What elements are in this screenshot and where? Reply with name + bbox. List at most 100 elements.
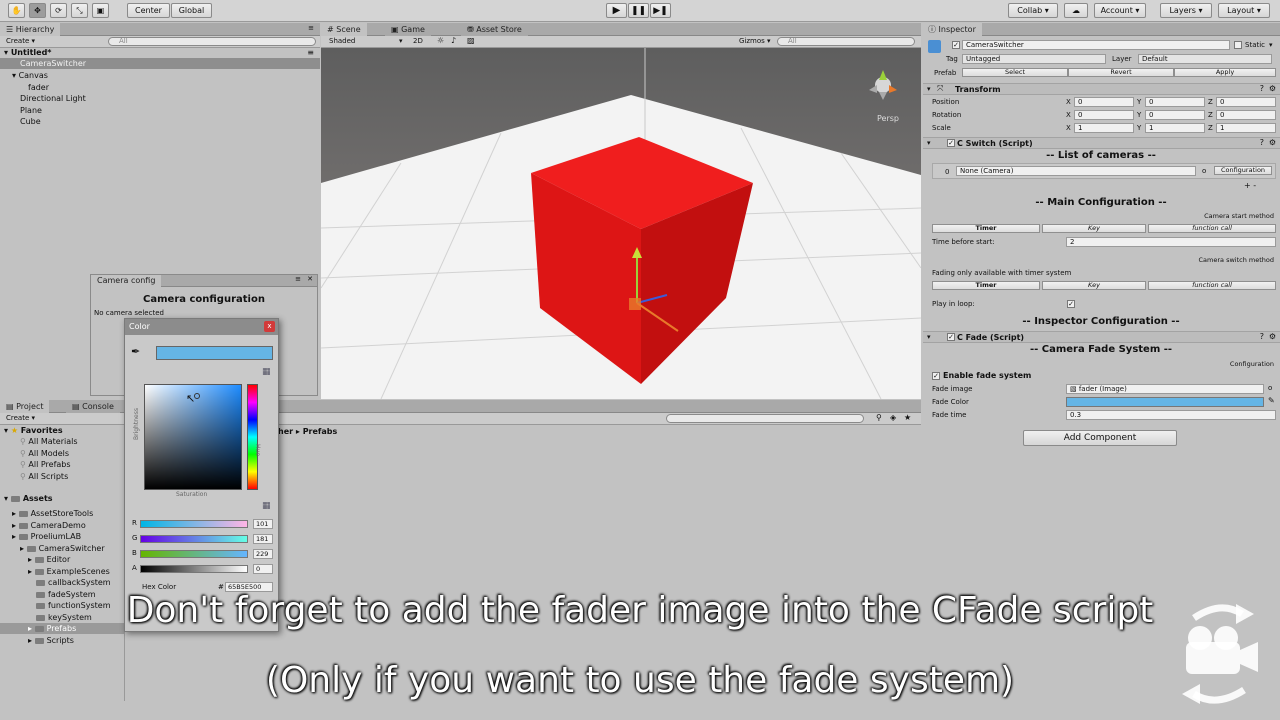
eyedropper-icon[interactable]: ✒	[131, 345, 140, 358]
fade-color-field[interactable]	[1066, 397, 1264, 407]
asset-folder-row[interactable]: ▸ ProeliumLAB	[0, 531, 124, 542]
rotation-y-field[interactable]: 0	[1145, 110, 1205, 120]
favorite-item[interactable]: ⚲ All Scripts	[0, 471, 68, 482]
breadcrumb-current[interactable]: Prefabs	[303, 427, 338, 436]
close-icon[interactable]: ✕	[307, 275, 313, 283]
panel-menu-icon[interactable]: ≡	[308, 24, 314, 32]
hierarchy-item-cube[interactable]: Cube	[0, 116, 41, 127]
collab-button[interactable]: Collab ▾	[1008, 3, 1058, 18]
position-x-field[interactable]: 0	[1074, 97, 1134, 107]
time-before-start-field[interactable]: 2	[1066, 237, 1276, 247]
effects-toggle-icon[interactable]: ▨	[467, 36, 475, 45]
fade-time-field[interactable]: 0.3	[1066, 410, 1276, 420]
scale-tool-icon[interactable]: ⤡	[71, 3, 88, 18]
shading-dropdown-arrow[interactable]: ▾	[399, 37, 403, 45]
help-icon[interactable]: ?	[1260, 332, 1264, 341]
slider-mode-icon[interactable]: ▦	[262, 501, 271, 511]
cfade-foldout-icon[interactable]: ▾	[927, 333, 931, 341]
tab-game[interactable]: ▣ Game	[385, 23, 431, 36]
favorites-row[interactable]: ▾ ★ Favorites	[0, 425, 63, 436]
hierarchy-item-canvas[interactable]: ▾ Canvas	[0, 70, 48, 81]
project-search-input[interactable]	[666, 414, 864, 423]
hue-slider[interactable]	[247, 384, 258, 490]
asset-folder-row[interactable]: callbackSystem	[0, 577, 124, 588]
camera-configuration-button[interactable]: Configuration	[1214, 166, 1272, 175]
hierarchy-item-cameraswitcher[interactable]: CameraSwitcher	[0, 58, 320, 69]
scene-root-row[interactable]: ▾ Untitled* ≡	[0, 47, 320, 58]
mode-2d-toggle[interactable]: 2D	[413, 37, 423, 45]
project-create-button[interactable]: Create ▾	[6, 414, 35, 422]
favorite-item[interactable]: ⚲ All Prefabs	[0, 459, 71, 470]
object-picker-icon[interactable]: o	[1202, 166, 1206, 176]
tab-console[interactable]: ▤ Console	[66, 400, 120, 413]
red-channel-slider[interactable]	[140, 520, 248, 528]
folder-arrow-icon[interactable]: ▸	[28, 567, 35, 576]
help-icon[interactable]: ?	[1260, 138, 1264, 147]
layer-dropdown[interactable]: Default	[1138, 54, 1272, 64]
folder-arrow-icon[interactable]: ▸	[28, 636, 35, 645]
object-picker-icon[interactable]: o	[1268, 383, 1272, 393]
blue-channel-value[interactable]: 229	[253, 549, 273, 559]
component-gear-icon[interactable]: ⚙	[1269, 138, 1276, 147]
position-y-field[interactable]: 0	[1145, 97, 1205, 107]
play-button[interactable]: ▶	[606, 3, 627, 18]
cfade-header[interactable]: ▾ ✓ C Fade (Script) ? ⚙	[923, 331, 1280, 343]
enable-fade-checkbox[interactable]: ✓	[932, 372, 940, 380]
folder-arrow-icon[interactable]: ▸	[12, 532, 19, 541]
close-icon[interactable]: x	[264, 321, 275, 332]
hierarchy-item-fader[interactable]: fader	[0, 82, 49, 93]
blue-channel-slider[interactable]	[140, 550, 248, 558]
layout-button[interactable]: Layout ▾	[1218, 3, 1270, 18]
preset-toggle-icon[interactable]: ▦	[262, 367, 271, 377]
space-global-button[interactable]: Global	[171, 3, 212, 18]
cloud-icon[interactable]: ☁	[1064, 3, 1088, 18]
tab-inspector[interactable]: ⓘ Inspector	[922, 23, 982, 36]
component-gear-icon[interactable]: ⚙	[1269, 84, 1276, 93]
search-by-type-icon[interactable]: ⚲	[876, 413, 882, 422]
prefab-apply-button[interactable]: Apply	[1174, 68, 1276, 77]
favorite-star-icon[interactable]: ★	[904, 413, 911, 422]
asset-folder-row[interactable]: ▸ CameraDemo	[0, 520, 124, 531]
active-checkbox[interactable]: ✓	[952, 41, 960, 49]
switch-timer-button[interactable]: Timer	[932, 281, 1040, 290]
search-by-label-icon[interactable]: ◈	[890, 413, 896, 422]
scale-x-field[interactable]: 1	[1074, 123, 1134, 133]
move-tool-icon[interactable]: ✥	[29, 3, 46, 18]
hierarchy-item-plane[interactable]: Plane	[0, 105, 42, 116]
position-z-field[interactable]: 0	[1216, 97, 1276, 107]
scale-y-field[interactable]: 1	[1145, 123, 1205, 133]
list-add-remove-buttons[interactable]: + -	[1244, 181, 1256, 191]
persp-label[interactable]: Persp	[877, 114, 899, 123]
green-channel-slider[interactable]	[140, 535, 248, 543]
asset-folder-row[interactable]: ▸ Editor	[0, 554, 124, 565]
tab-scene[interactable]: # Scene	[321, 23, 367, 36]
favorite-item[interactable]: ⚲ All Materials	[0, 436, 78, 447]
component-gear-icon[interactable]: ⚙	[1269, 332, 1276, 341]
hierarchy-item-directional-light[interactable]: Directional Light	[0, 93, 86, 104]
transform-foldout-icon[interactable]: ▾	[927, 85, 931, 93]
hand-tool-icon[interactable]: ✋	[8, 3, 25, 18]
prefab-select-button[interactable]: Select	[962, 68, 1068, 77]
scale-z-field[interactable]: 1	[1216, 123, 1276, 133]
prefab-revert-button[interactable]: Revert	[1068, 68, 1174, 77]
fade-image-field[interactable]: ▧ fader (Image)	[1066, 384, 1264, 394]
asset-folder-row[interactable]: ▸ Scripts	[0, 635, 124, 646]
lighting-toggle-icon[interactable]: ☼	[437, 36, 444, 45]
transform-header[interactable]: ▾ ⤧ Transform ? ⚙	[923, 83, 1280, 95]
audio-toggle-icon[interactable]: ♪	[451, 36, 456, 45]
asset-folder-row[interactable]: ▸ CameraSwitcher	[0, 543, 124, 554]
layers-button[interactable]: Layers ▾	[1160, 3, 1212, 18]
rotate-tool-icon[interactable]: ⟳	[50, 3, 67, 18]
tab-camera-config[interactable]: Camera config	[91, 275, 162, 287]
alpha-channel-slider[interactable]	[140, 565, 248, 573]
add-component-button[interactable]: Add Component	[1023, 430, 1177, 446]
asset-folder-row[interactable]: ▸ AssetStoreTools	[0, 508, 124, 519]
tag-dropdown[interactable]: Untagged	[962, 54, 1106, 64]
object-name-field[interactable]: CameraSwitcher	[962, 40, 1230, 50]
shading-dropdown[interactable]: Shaded	[329, 37, 355, 45]
gizmos-dropdown[interactable]: Gizmos ▾	[739, 37, 771, 45]
hierarchy-search-input[interactable]: All	[108, 37, 316, 46]
asset-folder-row[interactable]: ▸ ExampleScenes	[0, 566, 124, 577]
breadcrumb-item[interactable]: her	[278, 427, 293, 436]
cswitch-enabled-checkbox[interactable]: ✓	[947, 139, 955, 147]
